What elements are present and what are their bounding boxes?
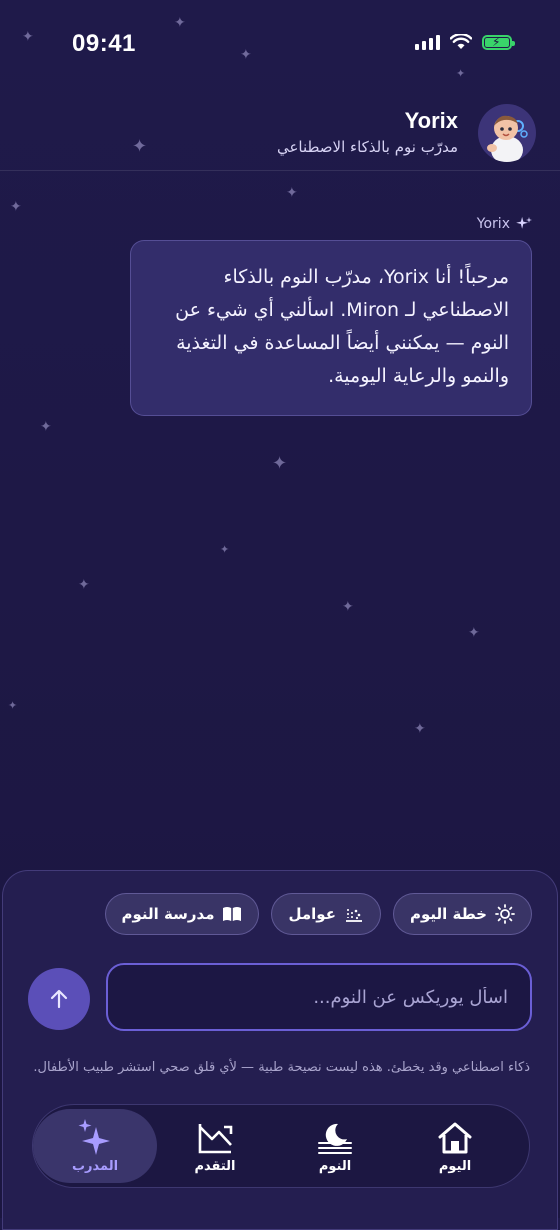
book-icon [223,907,242,921]
chart-icon [198,1123,233,1153]
arrow-up-icon [50,989,68,1009]
factors-icon [345,909,362,922]
star-decoration: ✦ [174,15,186,31]
bottom-tab-bar: اليوم النوم التقدم المدرب [32,1104,530,1188]
star-decoration: ✦ [342,599,354,615]
assistant-message-bubble: مرحباً! أنا Yorix، مدرّب النوم بالذكاء ا… [130,240,532,416]
send-button[interactable] [28,968,90,1030]
battery-icon: ⚡ [482,34,515,50]
message-input[interactable] [106,963,532,1031]
star-decoration: ✦ [468,625,480,641]
signal-icon [415,34,440,50]
sender-name: Yorix [476,216,510,232]
tab-today[interactable]: اليوم [393,1105,517,1189]
star-decoration: ✦ [240,47,252,63]
sleep-school-chip[interactable]: مدرسة النوم [104,893,260,935]
quick-actions: مدرسة النوم عوامل خطة اليوم [104,893,532,935]
star-decoration: ✦ [286,185,298,201]
moon-icon [318,1123,352,1154]
star-decoration: ✦ [220,543,230,556]
sparkles-icon [516,216,532,229]
star-decoration: ✦ [10,199,22,215]
sun-icon [495,904,515,924]
tab-label: التقدم [194,1158,236,1174]
star-decoration: ✦ [272,453,288,474]
sparkles-icon [78,1118,110,1155]
chip-label: خطة اليوم [409,905,487,923]
star-decoration: ✦ [414,721,426,737]
coach-name: Yorix [404,108,458,133]
tab-progress[interactable]: التقدم [153,1105,277,1189]
star-decoration: ✦ [40,419,52,435]
ai-disclaimer: ذكاء اصطناعي وقد يخطئ. هذه ليست نصيحة طب… [33,1060,530,1075]
message-sender: Yorix [477,216,532,232]
star-decoration: ✦ [22,29,34,45]
star-decoration: ✦ [8,699,18,712]
coach-avatar [478,104,536,162]
status-icons: ⚡ [415,34,515,50]
home-icon [438,1122,472,1153]
coach-subtitle: مدرّب نوم بالذكاء الاصطناعي [276,138,458,156]
status-time: 09:41 [72,30,136,57]
tab-label: اليوم [438,1158,472,1174]
wifi-icon [450,34,472,49]
chip-label: عوامل [288,905,336,923]
today-plan-chip[interactable]: خطة اليوم [392,893,532,935]
star-decoration: ✦ [78,577,90,593]
coach-header: Yorix مدرّب نوم بالذكاء الاصطناعي [0,100,560,171]
chip-label: مدرسة النوم [121,905,215,923]
tab-label: النوم [318,1158,352,1174]
tab-label: المدرب [71,1158,119,1174]
tab-coach[interactable]: المدرب [33,1109,157,1183]
star-decoration: ✦ [456,67,466,80]
tab-sleep[interactable]: النوم [273,1105,397,1189]
factors-chip[interactable]: عوامل [271,893,381,935]
